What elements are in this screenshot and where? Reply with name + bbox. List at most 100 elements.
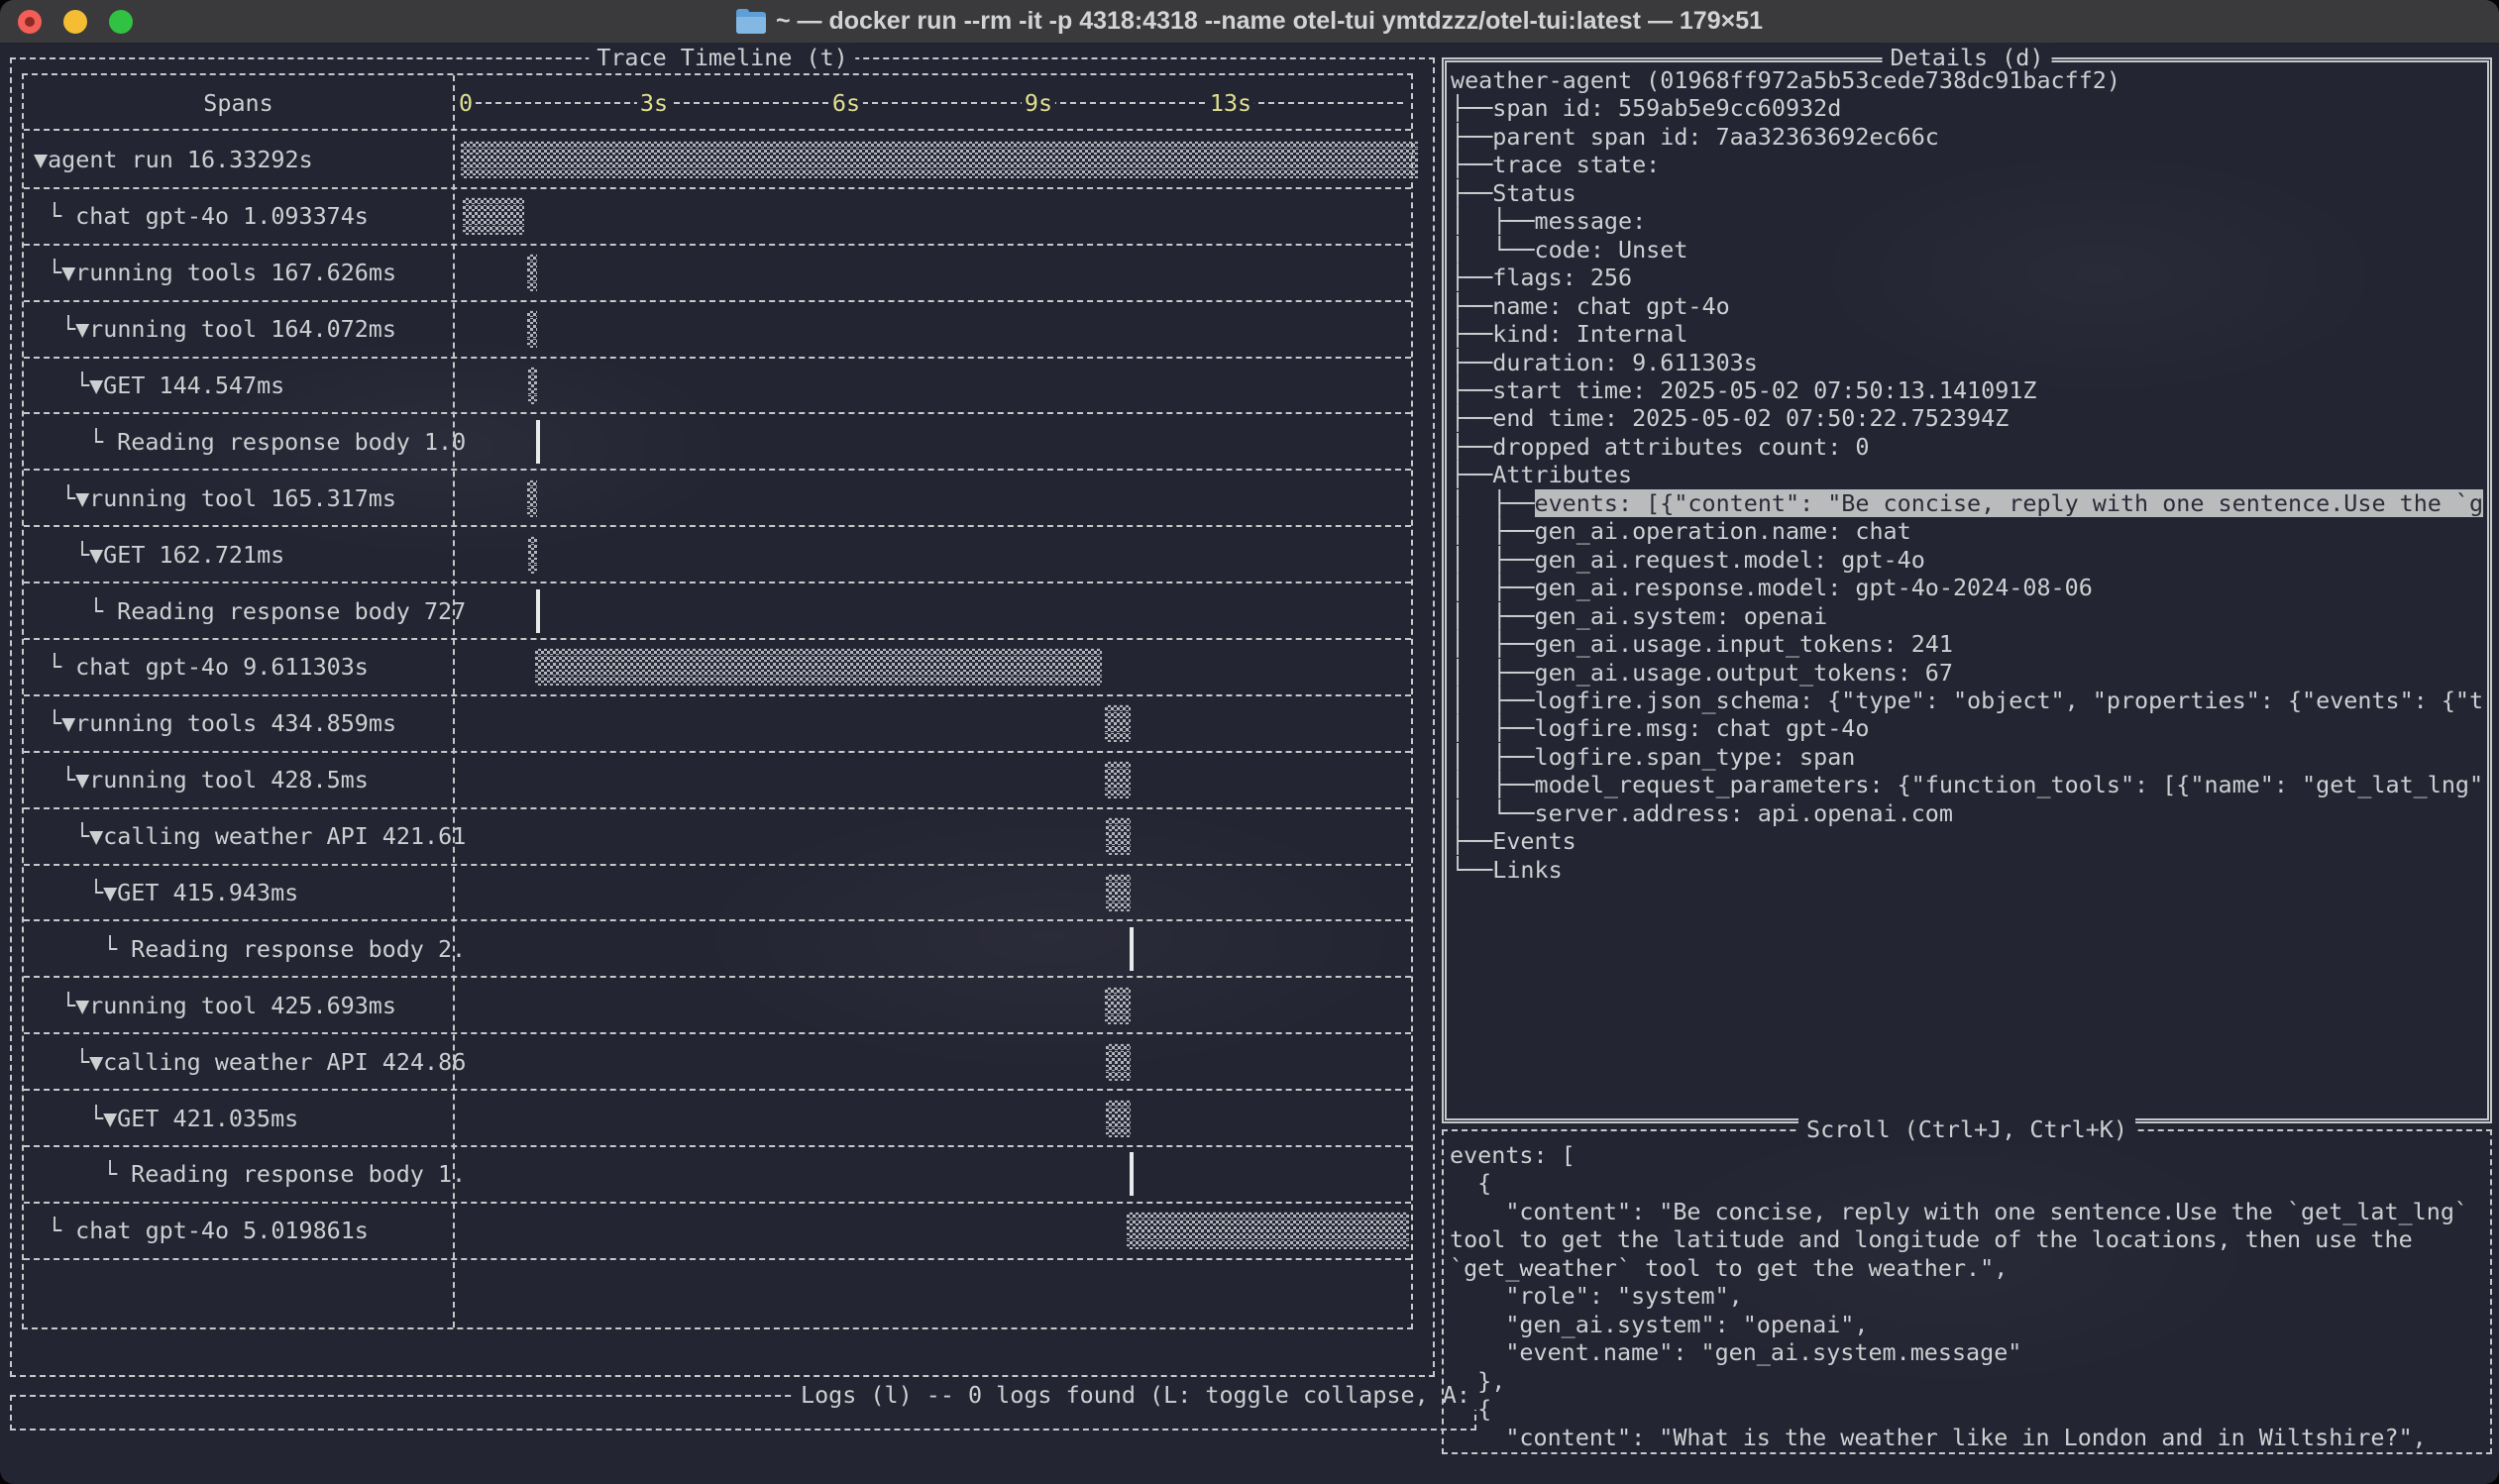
- span-row[interactable]: └▼running tools 167.626ms: [24, 246, 1411, 302]
- span-label: └▼GET 144.547ms: [75, 359, 284, 413]
- details-tree-node[interactable]: ├──parent span id: 7aa32363692ec66c: [1451, 123, 2483, 151]
- minimize-button[interactable]: [63, 10, 87, 34]
- axis-tick-6s: 6s: [829, 88, 863, 118]
- span-row[interactable]: └ chat gpt-4o 9.611303s: [24, 640, 1411, 696]
- logs-panel-title: Logs (l) -- 0 logs found (L: toggle coll…: [793, 1380, 1478, 1410]
- details-tree-node[interactable]: │ ├──gen_ai.response.model: gpt-4o-2024-…: [1451, 574, 2483, 601]
- scroll-content: events: [ { "content": "Be concise, repl…: [1450, 1141, 2488, 1450]
- span-label: └▼running tool 428.5ms: [61, 753, 369, 807]
- scroll-line: {: [1450, 1169, 2488, 1197]
- span-label: └▼GET 162.721ms: [75, 527, 284, 582]
- span-duration-bar: [527, 310, 537, 348]
- span-label: └▼running tools 167.626ms: [48, 246, 396, 300]
- window-title: ~ — docker run --rm -it -p 4318:4318 --n…: [776, 7, 1763, 36]
- span-label: └▼running tools 434.859ms: [48, 696, 396, 751]
- span-row[interactable]: └ Reading response body 2.: [24, 921, 1411, 978]
- span-row[interactable]: └ Reading response body 727: [24, 583, 1411, 640]
- details-tree-node[interactable]: ├──dropped attributes count: 0: [1451, 433, 2483, 461]
- details-tree-node[interactable]: │ ├──model_request_parameters: {"functio…: [1451, 771, 2483, 798]
- details-tree-node[interactable]: │ ├──gen_ai.request.model: gpt-4o: [1451, 546, 2483, 574]
- close-button[interactable]: [18, 10, 42, 34]
- span-duration-bar: [1130, 1152, 1134, 1196]
- details-tree-node[interactable]: │ ├──gen_ai.system: openai: [1451, 602, 2483, 630]
- span-label: └ Reading response body 1.: [103, 1147, 466, 1202]
- span-rows: ▼agent run 16.33292s└ chat gpt-4o 1.0933…: [24, 133, 1411, 1260]
- scroll-line: tool to get the latitude and longitude o…: [1450, 1225, 2488, 1253]
- details-tree-node[interactable]: │ ├──gen_ai.usage.output_tokens: 67: [1451, 659, 2483, 687]
- details-tree-node[interactable]: └──Links: [1451, 856, 2483, 884]
- details-tree-node[interactable]: │ ├──logfire.span_type: span: [1451, 743, 2483, 771]
- span-duration-bar: [1106, 874, 1131, 911]
- details-tree-node[interactable]: │ ├──events: [{"content": "Be concise, r…: [1451, 489, 2483, 517]
- logs-panel[interactable]: Logs (l) -- 0 logs found (L: toggle coll…: [10, 1395, 1476, 1431]
- details-tree: weather-agent (01968ff972a5b53cede738dc9…: [1451, 66, 2483, 1114]
- span-label: └ chat gpt-4o 9.611303s: [48, 640, 369, 694]
- span-label: └▼running tool 164.072ms: [61, 302, 396, 357]
- span-duration-bar: [528, 536, 537, 574]
- zoom-button[interactable]: [109, 10, 133, 34]
- axis-tick-13s: 13s: [1207, 88, 1254, 118]
- details-tree-node[interactable]: │ ├──logfire.msg: chat gpt-4o: [1451, 714, 2483, 742]
- scroll-line: "event.name": "gen_ai.system.message": [1450, 1338, 2488, 1366]
- details-tree-node[interactable]: │ ├──logfire.json_schema: {"type": "obje…: [1451, 687, 2483, 714]
- span-row[interactable]: ▼agent run 16.33292s: [24, 133, 1411, 189]
- details-tree-node[interactable]: │ ├──gen_ai.operation.name: chat: [1451, 517, 2483, 545]
- span-row[interactable]: └▼running tools 434.859ms: [24, 696, 1411, 753]
- trace-timeline-panel[interactable]: Trace Timeline (t) Spans 03s6s9s13s ▼age…: [10, 57, 1435, 1377]
- scroll-panel[interactable]: Scroll (Ctrl+J, Ctrl+K) events: [ { "con…: [1442, 1129, 2492, 1454]
- details-tree-node[interactable]: ├──start time: 2025-05-02 07:50:13.14109…: [1451, 376, 2483, 404]
- span-label: └▼running tool 165.317ms: [61, 471, 396, 525]
- scroll-line: "role": "system",: [1450, 1282, 2488, 1310]
- span-duration-bar: [463, 197, 524, 235]
- details-tree-node[interactable]: ├──trace state:: [1451, 151, 2483, 178]
- details-tree-node[interactable]: ├──kind: Internal: [1451, 320, 2483, 348]
- details-tree-node[interactable]: │ ├──gen_ai.usage.input_tokens: 241: [1451, 630, 2483, 658]
- span-row[interactable]: └▼running tool 164.072ms: [24, 302, 1411, 359]
- details-tree-node[interactable]: ├──Status: [1451, 179, 2483, 207]
- details-tree-node[interactable]: │ └──code: Unset: [1451, 236, 2483, 264]
- span-row[interactable]: └▼calling weather API 424.86: [24, 1034, 1411, 1091]
- span-row[interactable]: └▼GET 162.721ms: [24, 527, 1411, 583]
- scroll-line: {: [1450, 1395, 2488, 1423]
- details-tree-node[interactable]: ├──Events: [1451, 827, 2483, 855]
- span-row[interactable]: └ chat gpt-4o 5.019861s: [24, 1204, 1411, 1260]
- timeline-axis: 03s6s9s13s: [453, 75, 1411, 131]
- span-duration-bar: [1106, 1043, 1131, 1081]
- span-row[interactable]: └ Reading response body 1.0: [24, 414, 1411, 471]
- details-tree-node[interactable]: ├──name: chat gpt-4o: [1451, 292, 2483, 320]
- scroll-line: `get_weather` tool to get the weather.",: [1450, 1254, 2488, 1282]
- span-duration-bar: [1106, 1100, 1131, 1137]
- details-tree-node[interactable]: ├──end time: 2025-05-02 07:50:22.752394Z: [1451, 404, 2483, 432]
- selected-attribute-events[interactable]: events: [{"content": "Be concise, reply …: [1535, 489, 2484, 517]
- scroll-line: "gen_ai.system": "openai",: [1450, 1311, 2488, 1338]
- span-row[interactable]: └▼running tool 165.317ms: [24, 471, 1411, 527]
- terminal-window: ~ — docker run --rm -it -p 4318:4318 --n…: [0, 0, 2499, 1484]
- span-row[interactable]: └ chat gpt-4o 1.093374s: [24, 189, 1411, 246]
- titlebar: ~ — docker run --rm -it -p 4318:4318 --n…: [0, 0, 2499, 44]
- details-tree-node[interactable]: ├──flags: 256: [1451, 264, 2483, 291]
- traffic-lights: [18, 0, 133, 44]
- span-row[interactable]: └▼running tool 428.5ms: [24, 753, 1411, 809]
- details-tree-node[interactable]: ├──Attributes: [1451, 461, 2483, 488]
- span-row[interactable]: └▼calling weather API 421.61: [24, 809, 1411, 866]
- details-tree-node[interactable]: │ ├──message:: [1451, 207, 2483, 235]
- span-row[interactable]: └▼GET 415.943ms: [24, 866, 1411, 922]
- span-duration-bar: [1127, 1212, 1409, 1249]
- span-label: └▼calling weather API 424.86: [75, 1034, 466, 1089]
- details-tree-node[interactable]: ├──span id: 559ab5e9cc60932d: [1451, 94, 2483, 122]
- details-panel[interactable]: Details (d) weather-agent (01968ff972a5b…: [1442, 57, 2492, 1123]
- span-row[interactable]: └ Reading response body 1.: [24, 1147, 1411, 1204]
- span-row[interactable]: └▼GET 144.547ms: [24, 359, 1411, 415]
- details-tree-node[interactable]: │ └──server.address: api.openai.com: [1451, 799, 2483, 827]
- status-bar: Ctrl+L: Reduce the width | Ctrl+H: Expan…: [14, 1444, 1480, 1484]
- tree-branch-prefix: │ ├──: [1451, 489, 1535, 517]
- span-row[interactable]: └▼GET 421.035ms: [24, 1091, 1411, 1147]
- span-row[interactable]: └▼running tool 425.693ms: [24, 978, 1411, 1034]
- span-duration-bar: [528, 367, 537, 404]
- span-duration-bar: [527, 254, 537, 291]
- window-title-group: ~ — docker run --rm -it -p 4318:4318 --n…: [736, 7, 1763, 36]
- trace-timeline-title: Trace Timeline (t): [589, 43, 855, 72]
- details-tree-node[interactable]: ├──duration: 9.611303s: [1451, 349, 2483, 376]
- details-tree-node[interactable]: weather-agent (01968ff972a5b53cede738dc9…: [1451, 66, 2483, 94]
- span-label: ▼agent run 16.33292s: [34, 133, 313, 187]
